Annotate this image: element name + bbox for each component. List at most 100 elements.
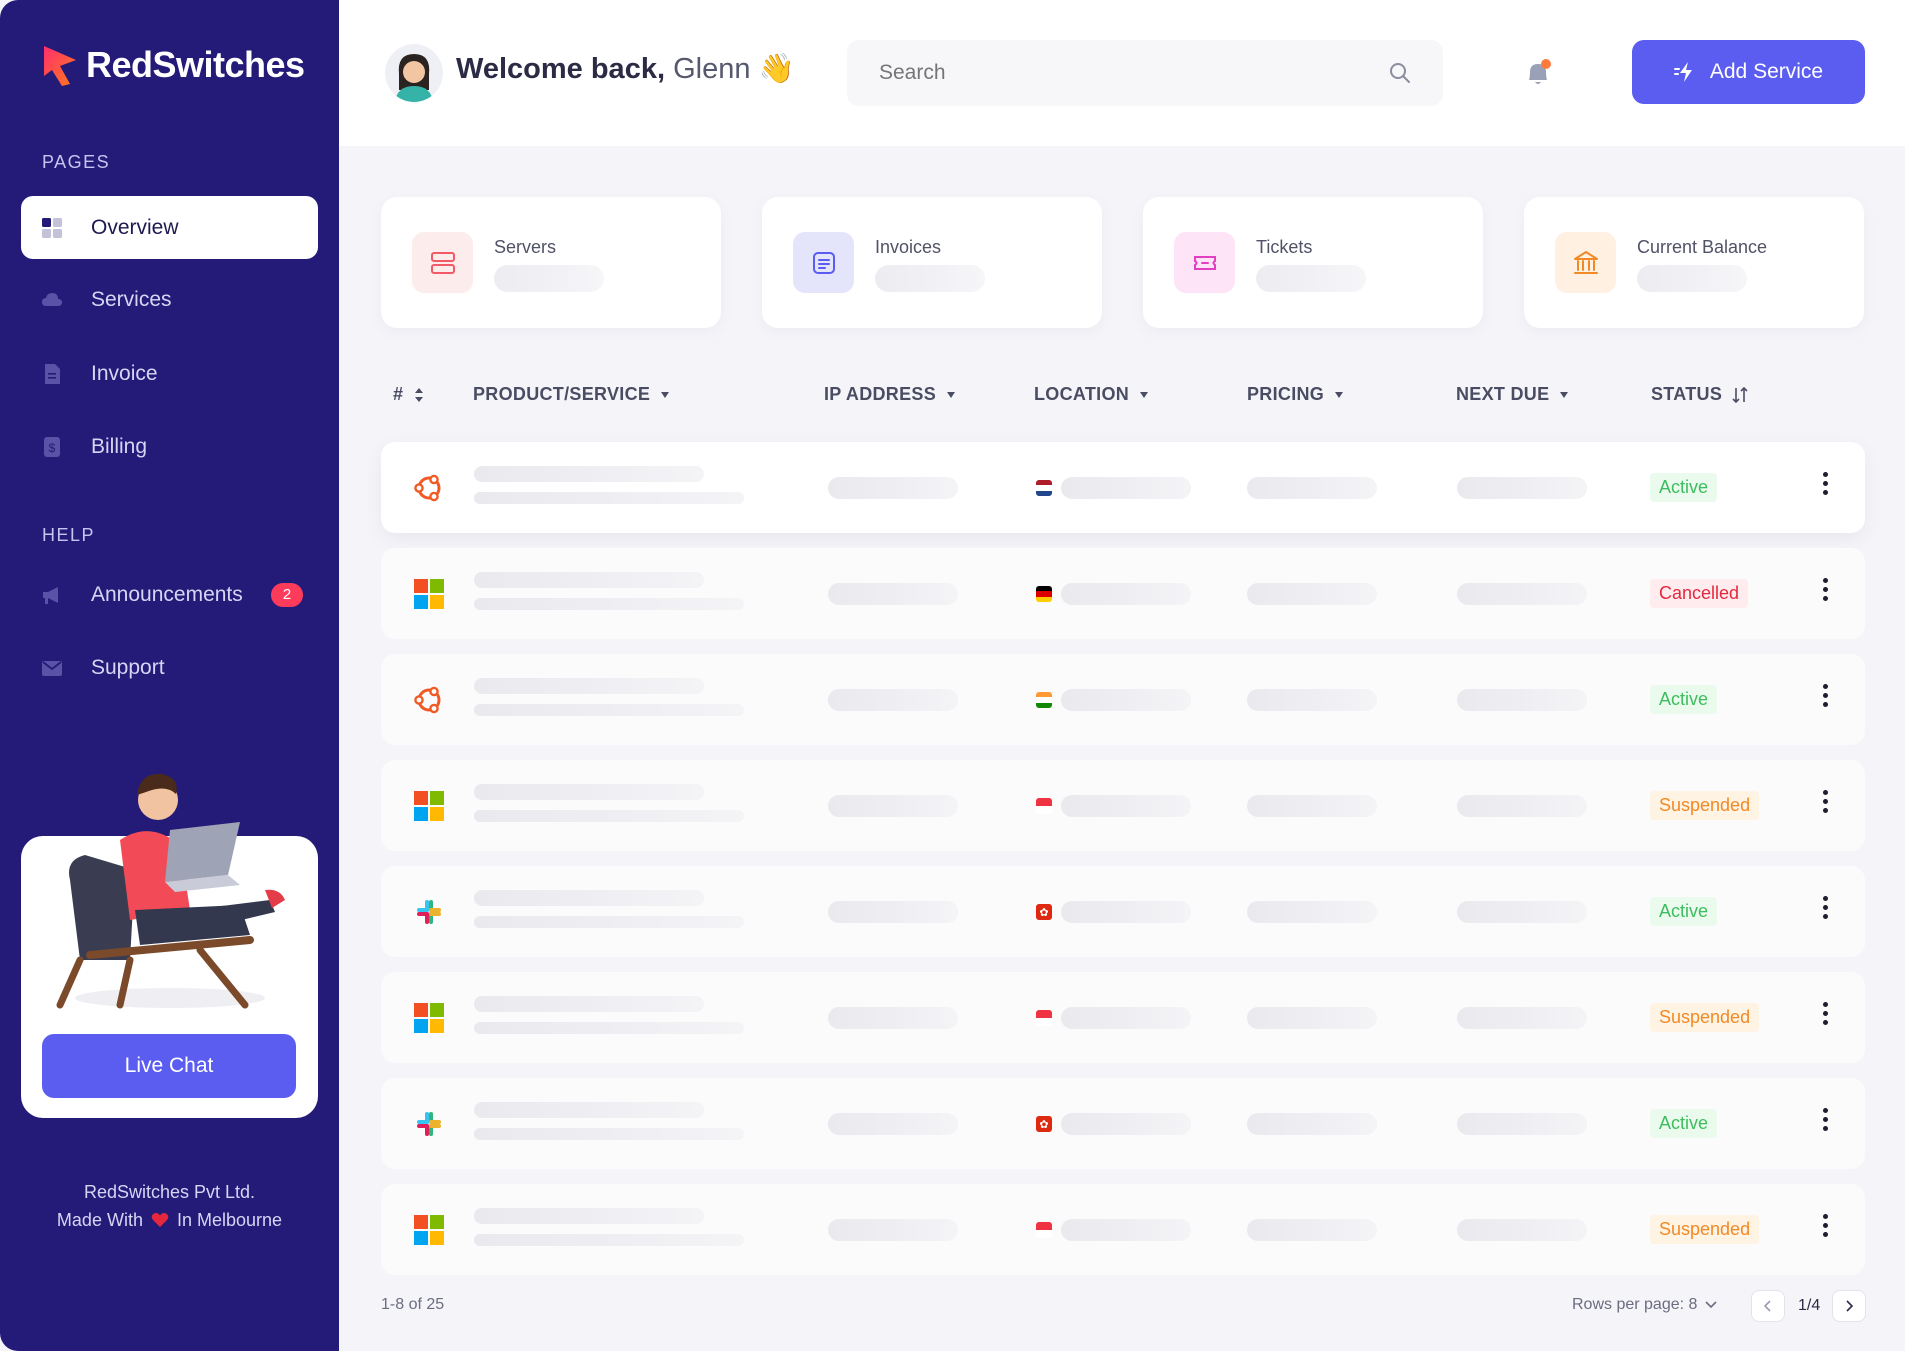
column-header-location[interactable]: LOCATION [1034, 384, 1149, 405]
ip-address-placeholder [828, 1007, 958, 1029]
nl-flag-icon [1036, 480, 1052, 496]
table-row[interactable]: Suspended [381, 760, 1865, 851]
location-placeholder [1061, 689, 1191, 711]
sidebar-item-billing[interactable]: $ Billing [21, 415, 318, 478]
stat-icon-container [793, 232, 854, 293]
caret-down-icon [661, 391, 670, 398]
row-actions-menu-icon[interactable] [1821, 578, 1829, 608]
product-name-placeholder [474, 678, 704, 694]
next-due-placeholder [1457, 901, 1587, 923]
sidebar-item-invoice[interactable]: Invoice [21, 342, 318, 405]
brand-logo[interactable]: RedSwitches [40, 42, 305, 88]
column-header-status[interactable]: STATUS [1651, 384, 1748, 405]
column-header-label: PRODUCT/SERVICE [473, 384, 651, 404]
row-actions-menu-icon[interactable] [1821, 1214, 1829, 1244]
ip-address-placeholder [828, 1219, 958, 1241]
dollar-icon: $ [44, 436, 60, 457]
prev-page-button[interactable] [1751, 1290, 1785, 1322]
status-badge: Active [1650, 473, 1718, 502]
stat-label: Invoices [875, 237, 942, 257]
product-name-placeholder [474, 890, 704, 906]
user-avatar-icon[interactable] [385, 44, 443, 102]
column-header-number[interactable]: # [393, 384, 425, 405]
stat-card-invoices[interactable]: Invoices [762, 197, 1102, 328]
sidebar: RedSwitches PAGES Overview Services Invo… [0, 0, 339, 1351]
ip-address-placeholder [828, 477, 958, 499]
row-actions-menu-icon[interactable] [1821, 1002, 1829, 1032]
table-row[interactable]: Active [381, 442, 1865, 533]
next-page-button[interactable] [1832, 1290, 1866, 1322]
stat-card-tickets[interactable]: Tickets [1143, 197, 1483, 328]
stat-value-placeholder [494, 265, 604, 292]
windows-icon [414, 1215, 444, 1245]
rows-per-page-select[interactable]: Rows per page: 8 [1572, 1296, 1717, 1314]
table-row[interactable]: Active [381, 654, 1865, 745]
column-header-label: IP ADDRESS [824, 384, 937, 404]
location-placeholder [1061, 795, 1191, 817]
table-row[interactable]: Suspended [381, 972, 1865, 1063]
next-due-placeholder [1457, 1219, 1587, 1241]
product-detail-placeholder [474, 1022, 744, 1034]
product-name-placeholder [474, 1102, 704, 1118]
column-header-pricing[interactable]: PRICING [1247, 384, 1344, 405]
sidebar-item-support[interactable]: Support [21, 636, 318, 699]
sidebar-item-services[interactable]: Services [21, 268, 318, 331]
pricing-placeholder [1247, 1007, 1377, 1029]
stat-icon-container [412, 232, 473, 293]
product-detail-placeholder [474, 810, 744, 822]
status-badge: Suspended [1650, 1003, 1760, 1032]
row-actions-menu-icon[interactable] [1821, 684, 1829, 714]
stat-card-current-balance[interactable]: Current Balance [1524, 197, 1864, 328]
row-actions-menu-icon[interactable] [1821, 1108, 1829, 1138]
wave-emoji-icon: 👋 [758, 53, 795, 85]
stat-icon-container [1174, 232, 1235, 293]
notification-bell-icon[interactable] [1524, 58, 1552, 88]
column-header-label: STATUS [1651, 384, 1723, 404]
row-actions-menu-icon[interactable] [1821, 472, 1829, 502]
invoice-icon [812, 251, 835, 274]
table-row[interactable]: ✿ Active [381, 866, 1865, 957]
column-header-product-service[interactable]: PRODUCT/SERVICE [473, 384, 670, 405]
location-placeholder [1061, 1007, 1191, 1029]
bank-icon [1573, 250, 1598, 274]
live-chat-button[interactable]: Live Chat [42, 1034, 296, 1098]
stat-icon-container [1555, 232, 1616, 293]
row-actions-menu-icon[interactable] [1821, 896, 1829, 926]
row-actions-menu-icon[interactable] [1821, 790, 1829, 820]
location-placeholder [1061, 1113, 1191, 1135]
table-row[interactable]: Suspended [381, 1184, 1865, 1275]
search-icon[interactable] [1388, 61, 1412, 85]
next-due-placeholder [1457, 795, 1587, 817]
pricing-placeholder [1247, 583, 1377, 605]
welcome-message: Welcome back, Glenn 👋 [456, 52, 795, 86]
sort-icon [1732, 386, 1748, 403]
slack-icon [417, 900, 441, 924]
search-input[interactable] [847, 40, 1443, 106]
stat-card-servers[interactable]: Servers [381, 197, 721, 328]
table-row[interactable]: Cancelled [381, 548, 1865, 639]
product-name-placeholder [474, 1208, 704, 1224]
sort-icon [415, 387, 424, 402]
sidebar-item-label: Billing [91, 434, 148, 458]
add-service-button[interactable]: Add Service [1632, 40, 1865, 104]
heart-icon [151, 1213, 169, 1227]
caret-down-icon [1140, 391, 1149, 398]
sidebar-item-label: Services [91, 287, 172, 311]
pagination-range: 1-8 of 25 [381, 1296, 445, 1313]
table-row[interactable]: ✿ Active [381, 1078, 1865, 1169]
chevron-left-icon [1764, 1300, 1771, 1312]
sidebar-item-announcements[interactable]: Announcements 2 [21, 563, 318, 626]
pages-section-label: PAGES [42, 152, 111, 172]
column-header-label: LOCATION [1034, 384, 1130, 404]
stat-value-placeholder [1637, 265, 1747, 292]
lightning-icon [1673, 62, 1692, 82]
product-detail-placeholder [474, 492, 744, 504]
status-badge: Active [1650, 1109, 1718, 1138]
pricing-placeholder [1247, 901, 1377, 923]
column-header-next-due[interactable]: NEXT DUE [1456, 384, 1569, 405]
sidebar-item-overview[interactable]: Overview [21, 196, 318, 259]
column-header-ip-address[interactable]: IP ADDRESS [824, 384, 956, 405]
user-name: Glenn [673, 53, 751, 85]
sidebar-item-label: Overview [91, 215, 179, 239]
product-detail-placeholder [474, 1128, 744, 1140]
